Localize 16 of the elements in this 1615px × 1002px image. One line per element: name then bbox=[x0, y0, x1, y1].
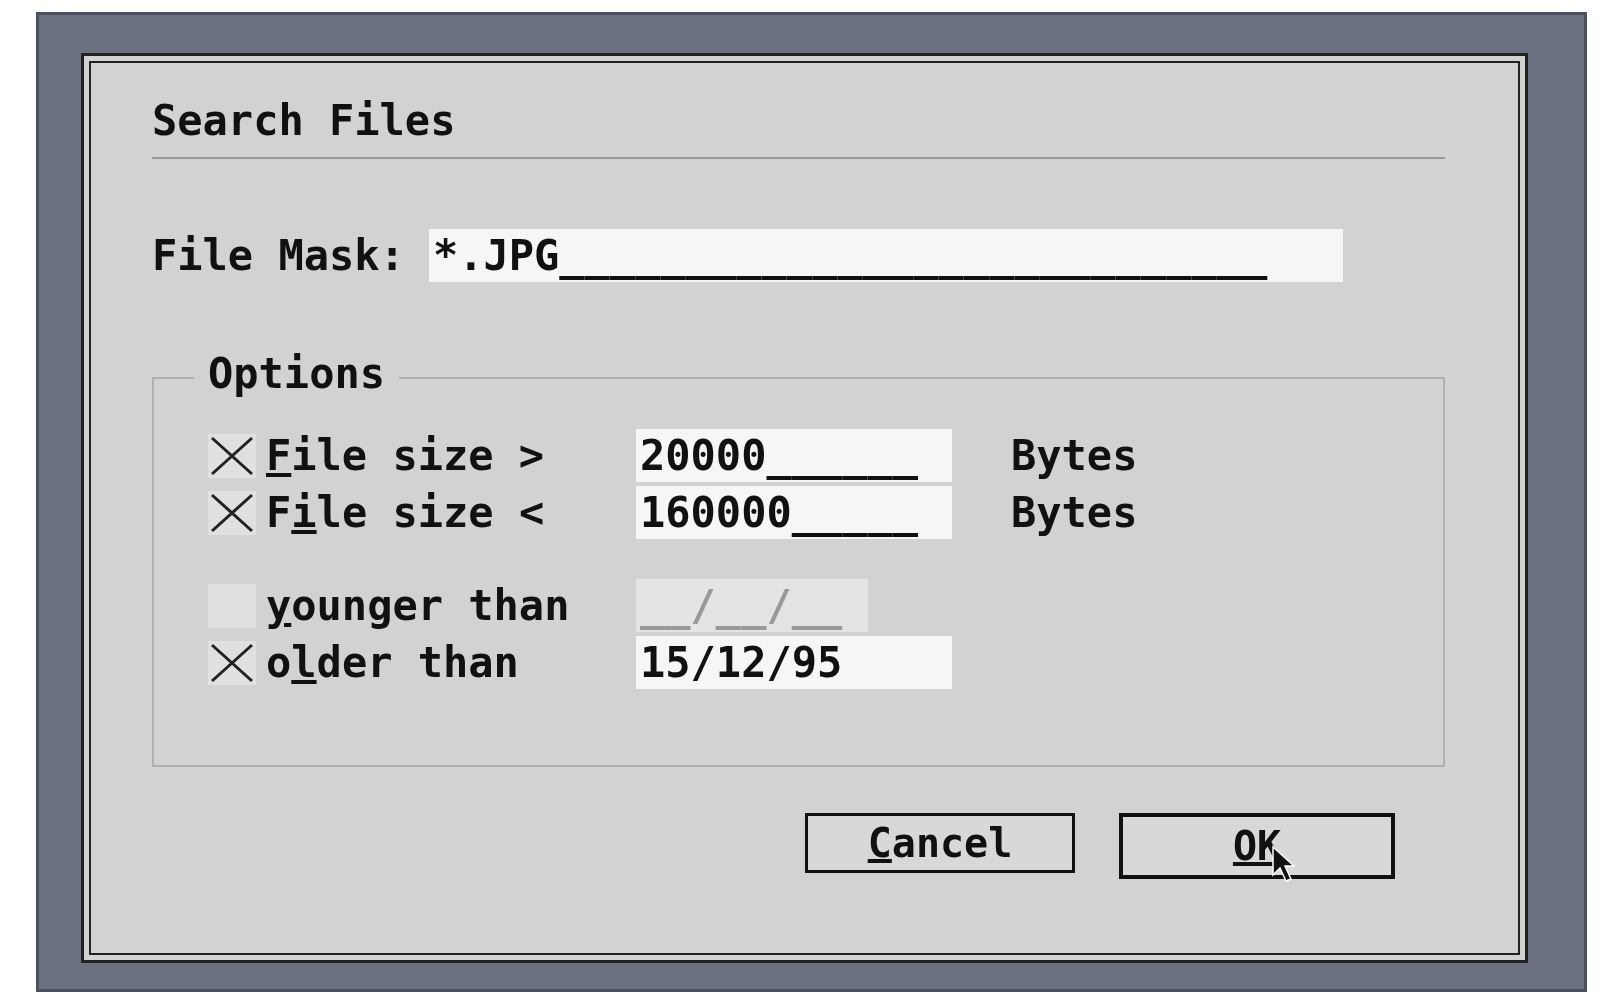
option-field[interactable]: 160000_____ bbox=[636, 486, 952, 539]
option-label: File size < bbox=[266, 488, 546, 537]
unit-label: Bytes bbox=[1011, 431, 1139, 480]
option-field[interactable]: 20000______ bbox=[636, 429, 952, 482]
dialog-title: Search Files bbox=[152, 96, 1445, 159]
field-label: File Mask: bbox=[152, 231, 405, 280]
unit-label: Bytes bbox=[1011, 488, 1139, 537]
checkbox[interactable] bbox=[208, 490, 256, 535]
option-label: younger than bbox=[266, 581, 571, 630]
option-label: File size > bbox=[266, 431, 546, 480]
checkbox[interactable] bbox=[208, 433, 256, 478]
option-label: older than bbox=[266, 638, 520, 687]
dialog-button[interactable]: Cancel bbox=[805, 813, 1075, 873]
checkbox[interactable] bbox=[208, 640, 256, 685]
option-field[interactable]: 15/12/95 bbox=[636, 636, 952, 689]
file-mask-field[interactable]: *.JPG____________________________ bbox=[428, 229, 1343, 282]
